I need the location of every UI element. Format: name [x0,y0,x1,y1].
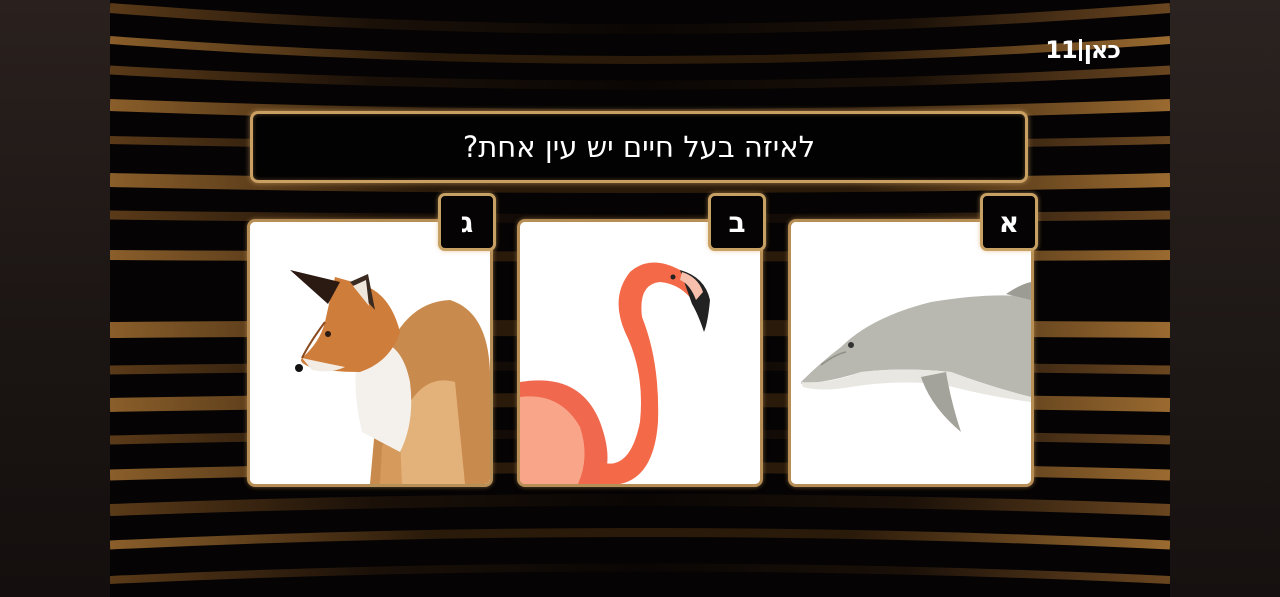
left-letterbox [0,0,110,597]
answer-card-c[interactable] [247,219,493,487]
answer-card-a[interactable] [788,219,1034,487]
channel-logo: 11 כאן [1045,36,1121,64]
question-panel: לאיזה בעל חיים יש עין אחת? [250,111,1028,183]
logo-divider [1078,39,1082,61]
right-letterbox [1170,0,1280,597]
flamingo-icon [520,222,760,484]
answer-letter-a: א [980,193,1038,251]
fox-icon [250,222,490,484]
logo-number: 11 [1045,36,1077,64]
logo-text: כאן [1083,36,1121,64]
dolphin-icon [791,222,1031,484]
answer-card-b[interactable] [517,219,763,487]
answer-letter-b: ב [708,193,766,251]
question-text: לאיזה בעל חיים יש עין אחת? [462,130,816,164]
answer-letter-c: ג [438,193,496,251]
quiz-stage: 11 כאן לאיזה בעל חיים יש עין אחת? ג ב א [110,0,1170,597]
